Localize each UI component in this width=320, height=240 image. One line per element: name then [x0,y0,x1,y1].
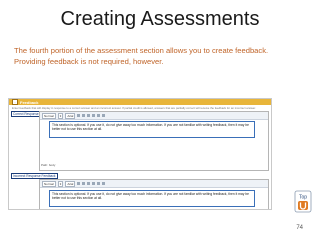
list-icon-2[interactable] [97,182,101,185]
correct-path-label: Path: body [41,163,56,167]
feedback-screenshot: - Feedback Enter feedback that will disp… [8,98,272,210]
bold-icon-2[interactable] [77,182,81,185]
style-select[interactable]: Normal [42,112,56,119]
italic-icon[interactable] [82,114,86,117]
list-icon[interactable] [97,114,101,117]
underline-icon[interactable] [87,114,91,117]
align-icon-2[interactable] [92,182,96,185]
link-icon-2[interactable] [102,182,106,185]
slide-intro: The fourth portion of the assessment sec… [14,45,314,67]
logo-text: Top [299,195,307,201]
correct-feedback-editor: Normal 3 Arial [39,111,269,171]
font-select-2[interactable]: Arial [65,180,76,187]
feedback-section-title: Feedback [20,99,39,105]
slide-title: Creating Assessments [60,8,260,30]
size-select[interactable]: 3 [57,112,64,119]
correct-feedback-textarea[interactable]: This section is optional. If you use it,… [49,121,255,138]
incorrect-feedback-textarea[interactable]: This section is optional. If you use it,… [49,190,255,207]
topu-logo-icon: Top [294,190,312,213]
italic-icon-2[interactable] [82,182,86,185]
page-number: 74 [296,225,303,231]
size-select-2[interactable]: 3 [57,180,64,187]
collapse-icon[interactable]: - [12,99,18,105]
link-icon[interactable] [102,114,106,117]
editor-toolbar-2: Normal 3 Arial [40,180,268,188]
intro-line-1: The fourth portion of the assessment sec… [14,46,269,55]
editor-toolbar: Normal 3 Arial [40,112,268,120]
intro-line-2: Providing feedback is not required, howe… [14,57,164,66]
bold-icon[interactable] [77,114,81,117]
font-select[interactable]: Arial [65,112,76,119]
underline-icon-2[interactable] [87,182,91,185]
style-select-2[interactable]: Normal [42,180,56,187]
align-icon[interactable] [92,114,96,117]
